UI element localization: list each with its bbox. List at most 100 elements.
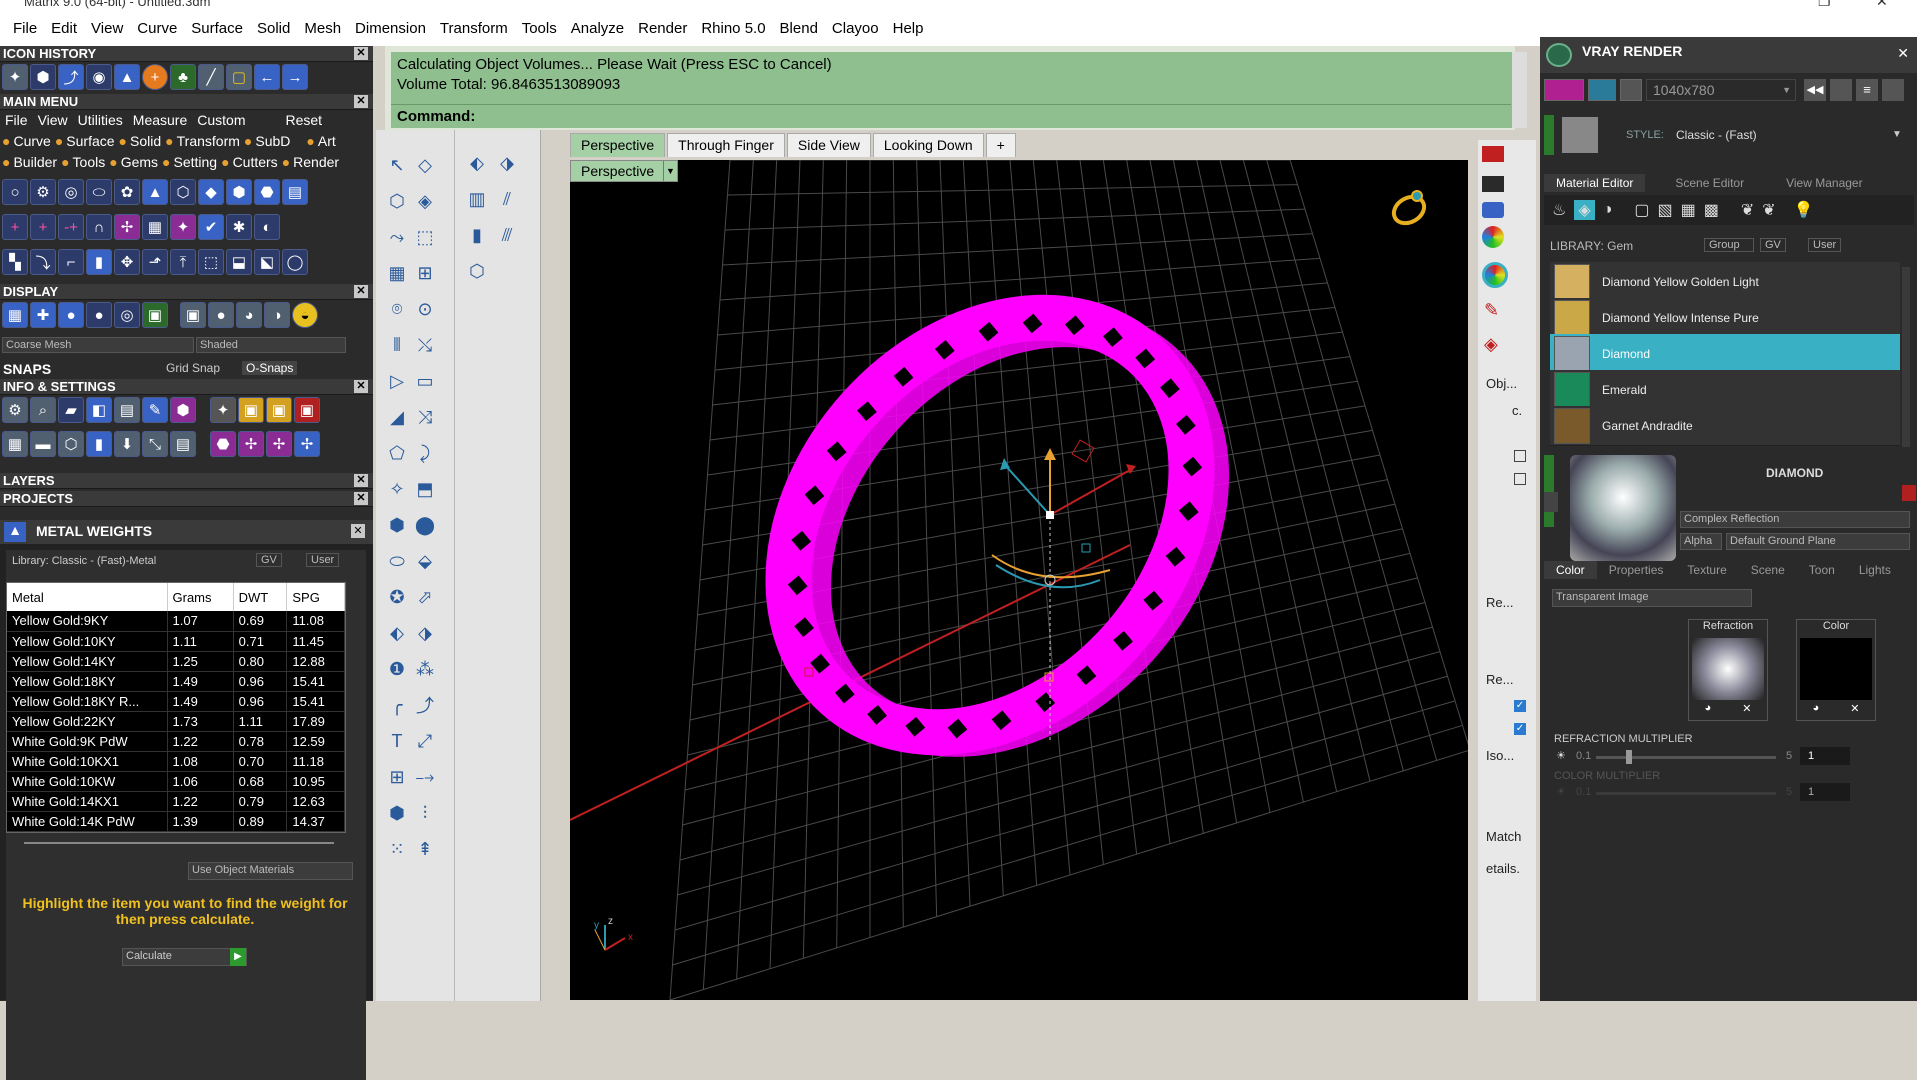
search-icon[interactable]: ⌕ (30, 397, 56, 423)
frame-icon[interactable] (1830, 79, 1852, 101)
color-wheel-icon[interactable] (1482, 226, 1504, 248)
tool-icon[interactable]: ◈ (412, 188, 438, 214)
tool-icon[interactable]: ∩ (86, 214, 112, 240)
leaf-icon[interactable]: ❦ (1762, 200, 1775, 220)
menu-mesh[interactable]: Mesh (297, 20, 348, 37)
tool-icon[interactable]: ◐ (254, 214, 280, 240)
close-icon[interactable]: ✕ (354, 47, 368, 60)
refraction-value-field[interactable]: 1 (1800, 747, 1850, 765)
material-item[interactable]: Emerald (1550, 370, 1900, 410)
material-collapse[interactable] (1544, 455, 1554, 527)
menu-render[interactable]: Render (631, 20, 694, 37)
tool-icon[interactable]: ◒ (292, 302, 318, 328)
monitor-icon[interactable] (1482, 176, 1504, 192)
tool-icon[interactable]: T (384, 728, 410, 754)
grid-icon[interactable] (1882, 79, 1904, 101)
submenu-reset[interactable]: Reset (280, 112, 327, 128)
tool-icon[interactable]: ⬣ (210, 431, 236, 457)
rewind-icon[interactable]: ◀◀ (1804, 79, 1826, 101)
clear-icon[interactable]: ✕ (1850, 702, 1859, 715)
tool-icon[interactable]: ◉ (86, 64, 112, 90)
menu-file[interactable]: File (6, 20, 44, 37)
menu-curve[interactable]: Curve (130, 20, 184, 37)
tool-icon[interactable]: ✪ (384, 584, 410, 610)
perspective-viewport[interactable]: y z x (570, 160, 1468, 1000)
restore-icon[interactable]: ❐ (1818, 0, 1831, 10)
submenu-view[interactable]: View (33, 112, 73, 128)
tool-icon[interactable]: -+ (58, 214, 84, 240)
tool-icon[interactable]: ⤒ (170, 249, 196, 275)
tool-icon[interactable]: ⬡ (464, 258, 490, 284)
table-row[interactable]: White Gold:10KX1 1.08 0.70 11.18 (7, 751, 345, 772)
close-icon[interactable]: ✕ (354, 95, 368, 108)
move-icon[interactable]: ✥ (114, 249, 140, 275)
submenu-utilities[interactable]: Utilities (73, 112, 128, 128)
pen-icon[interactable]: ✎ (1484, 300, 1504, 322)
tool-icon[interactable]: ⬕ (254, 249, 280, 275)
style-collapse[interactable] (1544, 115, 1554, 155)
tab-texture[interactable]: Texture (1675, 561, 1738, 579)
tool-icon[interactable]: ⫻ (494, 222, 520, 248)
tool-icon[interactable]: ▭ (412, 368, 438, 394)
tool-icon[interactable]: ⤴ (412, 692, 438, 718)
tool-icon[interactable]: ⤵ (30, 249, 56, 275)
tool-icon[interactable]: ⬖ (384, 620, 410, 646)
menu-clayoo[interactable]: Clayoo (825, 20, 886, 37)
tool-icon[interactable]: ⬏ (142, 249, 168, 275)
tool-icon[interactable]: ⤍ (412, 764, 438, 790)
cat-transform[interactable]: Transform (175, 133, 242, 149)
render-icon[interactable] (1620, 79, 1642, 101)
table-row[interactable]: Yellow Gold:18KY R... 1.49 0.96 15.41 (7, 691, 345, 712)
checkbox-checked[interactable]: ✓ (1514, 723, 1526, 735)
material-list-scrollbar[interactable] (1902, 267, 1910, 447)
play-icon[interactable]: ▶ (230, 948, 246, 966)
tool-icon[interactable]: ◆ (198, 179, 224, 205)
tool-icon[interactable]: ⇞ (412, 836, 438, 862)
clear-icon[interactable]: ✕ (1742, 702, 1751, 715)
tool-icon[interactable]: ✎ (142, 397, 168, 423)
checkbox[interactable] (1514, 450, 1526, 462)
tab-perspective[interactable]: Perspective (570, 133, 666, 157)
refraction-slider[interactable] (1596, 756, 1776, 759)
tool-icon[interactable]: ⫶ (412, 800, 438, 826)
tool-icon[interactable]: ♣ (170, 64, 196, 90)
cat-cutters[interactable]: Cutters (231, 154, 280, 170)
grid-snap-toggle[interactable]: Grid Snap (166, 361, 220, 375)
tool-icon[interactable]: ▷ (384, 368, 410, 394)
tool-icon[interactable]: ⁂ (412, 656, 438, 682)
tool-icon[interactable]: + (30, 214, 56, 240)
menu-solid[interactable]: Solid (250, 20, 297, 37)
tool-icon[interactable]: ⊞ (384, 764, 410, 790)
transparent-image-dropdown[interactable]: Transparent Image (1552, 589, 1752, 607)
tool-icon[interactable]: ⤳ (384, 224, 410, 250)
cat-tools[interactable]: Tools (71, 154, 108, 170)
tool-icon[interactable]: ✦ (170, 214, 196, 240)
tool-icon[interactable]: ❶ (384, 656, 410, 682)
tool-icon[interactable]: ⬢ (170, 397, 196, 423)
tool-icon[interactable]: ⬗ (494, 150, 520, 176)
iso-label[interactable]: Iso... (1486, 748, 1514, 763)
circle-tool-icon[interactable]: ○ (2, 179, 28, 205)
list-icon[interactable]: ≡ (1856, 79, 1878, 101)
tab-scene-editor[interactable]: Scene Editor (1663, 174, 1756, 192)
add-tab-icon[interactable]: + (985, 133, 1016, 157)
tool-icon[interactable]: ⤢ (412, 728, 438, 754)
tool-icon[interactable]: ✢ (114, 214, 140, 240)
tool-icon[interactable]: ▮ (86, 249, 112, 275)
ground-plane-dropdown[interactable]: Default Ground Plane (1726, 533, 1910, 550)
tool-icon[interactable]: ✚ (30, 302, 56, 328)
material-item[interactable]: Garnet Andradite (1550, 406, 1900, 446)
tool-icon[interactable]: ⫴ (384, 332, 410, 358)
tool-icon[interactable]: ⬭ (384, 548, 410, 574)
style-value[interactable]: Classic - (Fast) (1676, 128, 1757, 142)
table-row[interactable]: White Gold:14K PdW 1.39 0.89 14.37 (7, 811, 345, 832)
tool-icon[interactable]: ▦ (142, 214, 168, 240)
table-row[interactable]: White Gold:9K PdW 1.22 0.78 12.59 (7, 731, 345, 752)
tool-icon[interactable]: + (142, 64, 168, 90)
cat-subd[interactable]: SubD (253, 133, 292, 149)
tool-icon[interactable]: ◑ (264, 302, 290, 328)
tool-icon[interactable]: ⌾ (384, 296, 410, 322)
tool-icon[interactable]: ⤴ (58, 64, 84, 90)
col-grams[interactable]: Grams (167, 583, 234, 611)
tool-icon[interactable]: ⬤ (412, 512, 438, 538)
